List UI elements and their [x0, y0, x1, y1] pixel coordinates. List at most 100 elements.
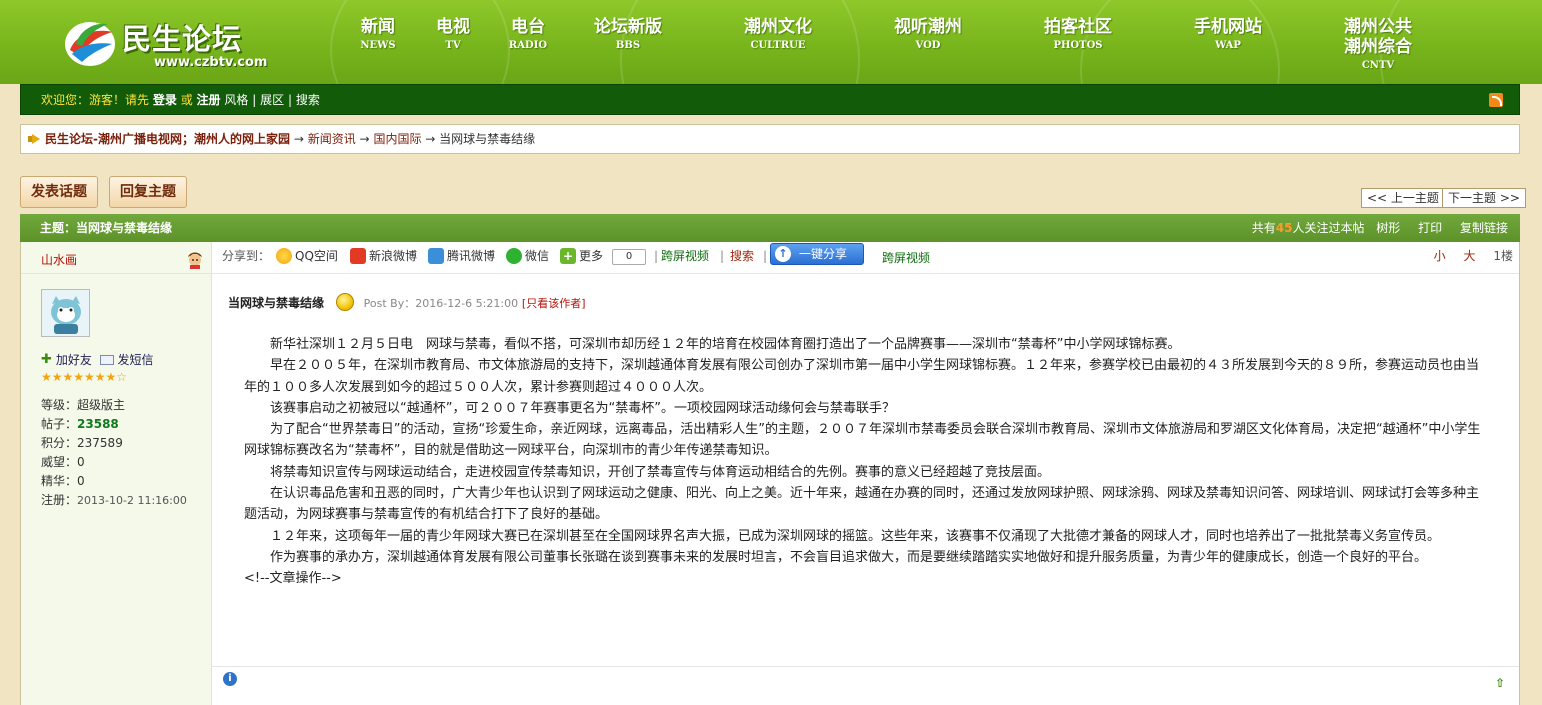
share-more[interactable]: + 更多 — [560, 246, 603, 266]
author-name[interactable]: 山水画 — [41, 251, 77, 268]
breadcrumb-arrow: → — [293, 132, 304, 146]
login-link[interactable]: 登录 — [153, 93, 177, 107]
share-count-wrap: 0 — [612, 246, 646, 266]
mail-icon — [99, 354, 114, 365]
nav-wap[interactable]: 手机网站 WAP — [1191, 17, 1265, 51]
avatar[interactable] — [41, 289, 90, 337]
share-weibo[interactable]: 新浪微博 — [350, 246, 417, 266]
floor-number: 1楼 — [1493, 249, 1513, 263]
author-actions: ✚ 加好友 发短信 — [41, 351, 154, 368]
share-wechat[interactable]: 微信 — [506, 246, 549, 266]
copy-link[interactable]: 复制链接 — [1460, 221, 1508, 235]
weibo-icon — [350, 247, 366, 264]
paragraph: 早在２００５年，在深圳市教育局、市文体旅游局的支持下，深圳越通体育发展有限公司创… — [244, 358, 1480, 395]
font-large-button[interactable]: 大 — [1464, 249, 1476, 263]
smile-icon — [335, 292, 354, 311]
author-sidebar: 山水画 ✚ 加好友 发短信 ★★★★★★★☆ 等级：超级版主 帖子：23588 … — [21, 242, 212, 705]
breadcrumb-news[interactable]: 新闻资讯 — [308, 132, 356, 146]
font-small-button[interactable]: 小 — [1434, 249, 1446, 263]
rank-stars: ★★★★★★★☆ — [41, 370, 128, 384]
style-link[interactable]: 风格 — [224, 93, 248, 107]
one-click-share-button[interactable]: ↑ 一键分享 — [770, 243, 864, 265]
breadcrumb: 民生论坛-潮州广播电视网；潮州人的网上家园 → 新闻资讯 → 国内国际 → 当网… — [20, 124, 1520, 154]
site-header: 民生论坛 www.czbtv.com 新闻 NEWS 电视 TV 电台 RADI… — [0, 0, 1542, 84]
share-bar: 分享到： QQ空间 新浪微博 腾讯微博 微信 + 更多 0 | 跨屏视频 | 搜索 — [212, 242, 1519, 274]
watch-count: 45 — [1275, 221, 1293, 235]
search-link[interactable]: 搜索 — [296, 93, 320, 107]
exhibition-link[interactable]: 展区 — [260, 93, 284, 107]
only-author-link[interactable]: [只看该作者] — [522, 297, 586, 310]
reply-button[interactable]: 回复主题 — [109, 176, 187, 208]
or-text: 或 — [180, 93, 193, 107]
post-meta: Post By：2016-12-6 5:21:00 — [363, 297, 519, 310]
nav-sublabel: PHOTOS — [1053, 40, 1103, 51]
logo-url: www.czbtv.com — [154, 55, 268, 70]
share-more-label: 更多 — [579, 249, 604, 263]
plus-icon: ✚ — [41, 352, 52, 367]
nav-news[interactable]: 新闻 NEWS — [356, 17, 400, 51]
posts-label: 帖子： — [41, 417, 78, 431]
rss-icon[interactable] — [1489, 93, 1503, 107]
breadcrumb-arrow: → — [425, 132, 436, 146]
share-label: 分享到： — [222, 249, 271, 263]
post-content: 分享到： QQ空间 新浪微博 腾讯微博 微信 + 更多 0 | 跨屏视频 | 搜索 — [212, 242, 1519, 705]
share-qzone[interactable]: QQ空间 — [276, 246, 338, 266]
share-tweibo[interactable]: 腾讯微博 — [428, 246, 495, 266]
logo-emblem-icon — [65, 22, 115, 66]
separator: | — [287, 93, 292, 107]
send-message-link[interactable]: 发短信 — [118, 353, 154, 367]
cross-screen-video-link[interactable]: 跨屏视频 — [661, 246, 709, 266]
nav-tv[interactable]: 电视 TV — [431, 17, 475, 51]
paragraph: 将禁毒知识宣传与网球运动结合，走进校园宣传禁毒知识，开创了禁毒宣传与体育运动相结… — [270, 464, 1051, 480]
cross-screen-video-link-2[interactable]: 跨屏视频 — [882, 248, 930, 268]
prev-topic-button[interactable]: << 上一主题 — [1361, 188, 1445, 208]
register-link[interactable]: 注册 — [197, 93, 221, 107]
tree-view-link[interactable]: 树形 — [1376, 221, 1400, 235]
avatar-image — [42, 290, 89, 336]
paragraph: １２年来，这项每年一届的青少年网球大赛已在深圳甚至在全国网球界名声大振，已成为深… — [270, 528, 1441, 544]
nav-bbs[interactable]: 论坛新版 BBS — [592, 17, 664, 51]
watch-prefix: 共有 — [1251, 221, 1276, 235]
posts-value: 23588 — [77, 417, 119, 431]
nav-cntv[interactable]: 潮州公共 潮州综合 CNTV — [1341, 17, 1415, 71]
one-click-label: 一键分享 — [799, 247, 848, 261]
site-logo[interactable]: 民生论坛 www.czbtv.com — [62, 10, 292, 76]
breadcrumb-domestic[interactable]: 国内国际 — [373, 132, 421, 146]
separator: | — [654, 249, 659, 263]
paragraph: 作为赛事的承办方，深圳越通体育发展有限公司董事长张璐在谈到赛事未来的发展时坦言，… — [270, 549, 1428, 565]
logo-text: 民生论坛 — [122, 22, 243, 56]
paragraph: 为了配合“世界禁毒日”的活动，宣扬“珍爱生命，亲近网球，远离毒品，活出精彩人生”… — [244, 422, 1481, 459]
more-share-icon: + — [560, 247, 576, 264]
breadcrumb-home[interactable]: 民生论坛-潮州广播电视网；潮州人的网上家园 — [45, 132, 290, 146]
nav-radio[interactable]: 电台 RADIO — [505, 17, 551, 51]
add-friend-link[interactable]: 加好友 — [56, 353, 92, 367]
top-icon[interactable]: ⇧ — [1495, 677, 1507, 689]
level-value: 超级版主 — [77, 398, 126, 412]
nav-label: 潮州文化 — [744, 17, 812, 37]
post: 山水画 ✚ 加好友 发短信 ★★★★★★★☆ 等级：超级版主 帖子：23588 … — [20, 242, 1520, 705]
share-search-link[interactable]: 搜索 — [730, 246, 754, 266]
nav-sublabel: BBS — [615, 40, 641, 51]
nav-label: 电台 — [511, 17, 545, 37]
nav-vod[interactable]: 视听潮州 VOD — [891, 17, 965, 51]
nav-culture[interactable]: 潮州文化 CULTRUE — [741, 17, 815, 51]
breadcrumb-arrow-icon — [28, 134, 40, 144]
print-link[interactable]: 打印 — [1418, 221, 1442, 235]
floor-tools: 小 大 1楼 — [1434, 247, 1513, 264]
reg-date: 2013-10-2 11:16:00 — [77, 494, 187, 507]
nav-photos[interactable]: 拍客社区 PHOTOS — [1041, 17, 1115, 51]
thread-tools: 共有45人关注过本帖 树形 打印 复制链接 — [1252, 214, 1508, 242]
points-value: 237589 — [77, 436, 123, 450]
new-topic-button[interactable]: 发表话题 — [20, 176, 98, 208]
info-icon[interactable]: i — [223, 672, 237, 686]
reg-label: 注册： — [41, 493, 78, 507]
breadcrumb-arrow: → — [359, 132, 370, 146]
article-actions-comment: <!--文章操作--> — [244, 571, 342, 587]
nav-sublabel: VOD — [915, 40, 941, 51]
next-topic-button[interactable]: 下一主题 >> — [1442, 188, 1526, 208]
welcome-text: 欢迎您：游客！请先 — [41, 93, 150, 107]
user-bar: 欢迎您：游客！请先 登录 或 注册 风格 | 展区 | 搜索 — [20, 84, 1520, 115]
nav-sublabel: CNTV — [1361, 60, 1395, 71]
breadcrumb-current: 当网球与禁毒结缘 — [439, 132, 536, 146]
wechat-icon — [506, 247, 522, 264]
